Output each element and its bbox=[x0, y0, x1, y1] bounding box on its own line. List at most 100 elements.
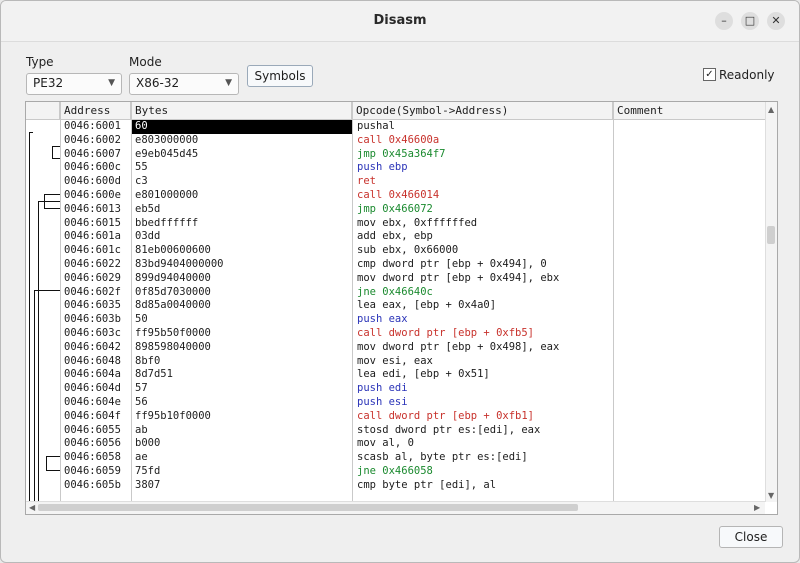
table-row[interactable]: 0046:600c 55 push ebp bbox=[26, 161, 766, 175]
table-row[interactable]: 0046:6022 83bd9404000000 cmp dword ptr [eb… bbox=[26, 258, 766, 272]
row-bytes: e803000000 bbox=[135, 133, 199, 146]
table-row[interactable]: 0046:6013 eb5d jmp 0x466072 bbox=[26, 203, 766, 217]
row-address: 0046:605b bbox=[64, 478, 121, 491]
row-bytes: 60 bbox=[132, 120, 352, 134]
table-row[interactable]: 0046:600e e801000000 call 0x466014 bbox=[26, 189, 766, 203]
row-address: 0046:604e bbox=[64, 396, 121, 408]
table-row[interactable]: 0046:604f ff95b10f0000 call dword ptr [ebp… bbox=[26, 410, 766, 424]
header-opcode[interactable]: Opcode(Symbol->Address) bbox=[352, 102, 613, 119]
row-opcode: jne 0x46640c bbox=[357, 285, 433, 298]
row-address: 0046:6048 bbox=[64, 354, 121, 367]
scroll-down-icon[interactable]: ▼ bbox=[768, 491, 774, 500]
scroll-thumb[interactable] bbox=[767, 226, 775, 244]
table-row[interactable]: 0046:6055 ab stosd dword ptr es:[edi], eax bbox=[26, 424, 766, 438]
header-address[interactable]: Address bbox=[60, 102, 131, 119]
mode-select[interactable]: X86-32 ▼ bbox=[129, 73, 239, 95]
scroll-left-icon[interactable]: ◀ bbox=[29, 503, 35, 512]
maximize-icon[interactable]: □ bbox=[741, 12, 759, 30]
table-row[interactable]: 0046:6056 b000 mov al, 0 bbox=[26, 437, 766, 451]
row-opcode: mov esi, eax bbox=[357, 354, 433, 367]
row-opcode: ret bbox=[357, 175, 376, 188]
row-address: 0046:6002 bbox=[64, 133, 121, 146]
row-bytes: 8bf0 bbox=[135, 354, 161, 367]
table-row[interactable]: 0046:605b 3807 cmp byte ptr [edi], al bbox=[26, 479, 766, 493]
minimize-icon[interactable]: – bbox=[715, 12, 733, 30]
row-opcode: lea edi, [ebp + 0x51] bbox=[357, 368, 490, 381]
row-opcode: call 0x46600a bbox=[357, 133, 440, 146]
table-row[interactable]: 0046:603b 50 push eax bbox=[26, 313, 766, 327]
header-bytes[interactable]: Bytes bbox=[131, 102, 352, 119]
row-opcode: call dword ptr [ebp + 0xfb1] bbox=[357, 409, 535, 422]
row-address: 0046:604f bbox=[64, 409, 121, 422]
row-opcode: push eax bbox=[357, 313, 408, 326]
row-opcode: cmp dword ptr [ebp + 0x494], 0 bbox=[357, 258, 547, 270]
row-bytes: bbedffffff bbox=[135, 216, 199, 229]
table-row[interactable]: 0046:602f 0f85d7030000 jne 0x46640c bbox=[26, 286, 766, 300]
table-row[interactable]: 0046:6002 e803000000 call 0x46600a bbox=[26, 134, 766, 148]
scroll-up-icon[interactable]: ▲ bbox=[768, 105, 774, 114]
row-opcode: mov ebx, 0xffffffed bbox=[357, 216, 478, 229]
table-row[interactable]: 0046:604e 56 push esi bbox=[26, 396, 766, 410]
type-label: Type bbox=[26, 55, 54, 69]
row-bytes: 03dd bbox=[135, 230, 161, 243]
row-opcode: stosd dword ptr es:[edi], eax bbox=[357, 423, 541, 436]
header-comment[interactable]: Comment bbox=[613, 102, 765, 119]
table-row[interactable]: 0046:601c 81eb00600600 sub ebx, 0x66000 bbox=[26, 244, 766, 258]
table-row[interactable]: 0046:6029 899d94040000 mov dword ptr [ebp … bbox=[26, 272, 766, 286]
table-row[interactable]: 0046:6042 898598040000 mov dword ptr [ebp … bbox=[26, 341, 766, 355]
row-opcode: call dword ptr [ebp + 0xfb5] bbox=[357, 327, 535, 339]
row-opcode: mov dword ptr [ebp + 0x494], ebx bbox=[357, 271, 560, 284]
row-bytes: ab bbox=[135, 423, 148, 436]
row-address: 0046:603b bbox=[64, 313, 121, 326]
row-opcode: scasb al, byte ptr es:[edi] bbox=[357, 451, 528, 464]
close-icon[interactable]: ✕ bbox=[767, 12, 785, 30]
row-bytes: 8d7d51 bbox=[135, 368, 173, 381]
row-bytes: 81eb00600600 bbox=[135, 244, 211, 257]
table-row[interactable]: 0046:6048 8bf0 mov esi, eax bbox=[26, 355, 766, 369]
row-bytes: 83bd9404000000 bbox=[135, 258, 224, 270]
row-opcode: pushal bbox=[357, 120, 395, 132]
type-select[interactable]: PE32 ▼ bbox=[26, 73, 122, 95]
row-opcode: push esi bbox=[357, 396, 408, 408]
row-address: 0046:602f bbox=[64, 285, 121, 298]
table-row[interactable]: 0046:6058 ae scasb al, byte ptr es:[edi] bbox=[26, 451, 766, 465]
table-row[interactable]: 0046:6007 e9eb045d45 jmp 0x45a364f7 bbox=[26, 148, 766, 162]
row-opcode: lea eax, [ebp + 0x4a0] bbox=[357, 299, 497, 312]
scroll-right-icon[interactable]: ▶ bbox=[754, 503, 760, 512]
row-address: 0046:600e bbox=[64, 189, 121, 201]
row-address: 0046:601a bbox=[64, 230, 121, 243]
row-bytes: e9eb045d45 bbox=[135, 147, 199, 160]
hscroll-thumb[interactable] bbox=[38, 504, 578, 511]
row-bytes: b000 bbox=[135, 437, 161, 450]
symbols-button[interactable]: Symbols bbox=[247, 65, 313, 87]
row-address: 0046:604a bbox=[64, 368, 121, 381]
horizontal-scrollbar[interactable]: ◀ ▶ bbox=[26, 501, 765, 514]
row-bytes: 55 bbox=[135, 161, 148, 174]
table-row[interactable]: 0046:6035 8d85a0040000 lea eax, [ebp + 0x4… bbox=[26, 299, 766, 313]
row-bytes: eb5d bbox=[135, 202, 161, 215]
row-bytes: 8d85a0040000 bbox=[135, 299, 211, 312]
readonly-checkbox[interactable]: ✓ bbox=[703, 68, 716, 81]
table-row[interactable]: 0046:6001 60 pushal bbox=[26, 120, 766, 134]
table-row[interactable]: 0046:601a 03dd add ebx, ebp bbox=[26, 230, 766, 244]
row-address: 0046:603c bbox=[64, 327, 121, 339]
row-bytes: 50 bbox=[135, 313, 148, 326]
table-row[interactable]: 0046:604d 57 push edi bbox=[26, 382, 766, 396]
table-row[interactable]: 0046:604a 8d7d51 lea edi, [ebp + 0x51] bbox=[26, 368, 766, 382]
table-row[interactable]: 0046:6059 75fd jne 0x466058 bbox=[26, 465, 766, 479]
row-opcode: mov al, 0 bbox=[357, 437, 414, 450]
disasm-table[interactable]: Address Bytes Opcode(Symbol->Address) Co… bbox=[25, 101, 778, 515]
row-opcode: push ebp bbox=[357, 161, 408, 174]
row-bytes: 56 bbox=[135, 396, 148, 408]
row-address: 0046:6058 bbox=[64, 451, 121, 464]
table-row[interactable]: 0046:600d c3 ret bbox=[26, 175, 766, 189]
close-button[interactable]: Close bbox=[719, 526, 783, 548]
row-bytes: 899d94040000 bbox=[135, 271, 211, 284]
table-row[interactable]: 0046:603c ff95b50f0000 call dword ptr [ebp… bbox=[26, 327, 766, 341]
row-address: 0046:6029 bbox=[64, 271, 121, 284]
table-row[interactable]: 0046:6015 bbedffffff mov ebx, 0xffffffed bbox=[26, 217, 766, 231]
row-bytes: ff95b50f0000 bbox=[135, 327, 211, 339]
row-opcode: mov dword ptr [ebp + 0x498], eax bbox=[357, 340, 560, 353]
row-address: 0046:6042 bbox=[64, 340, 121, 353]
vertical-scrollbar[interactable]: ▲ ▼ bbox=[765, 102, 777, 502]
